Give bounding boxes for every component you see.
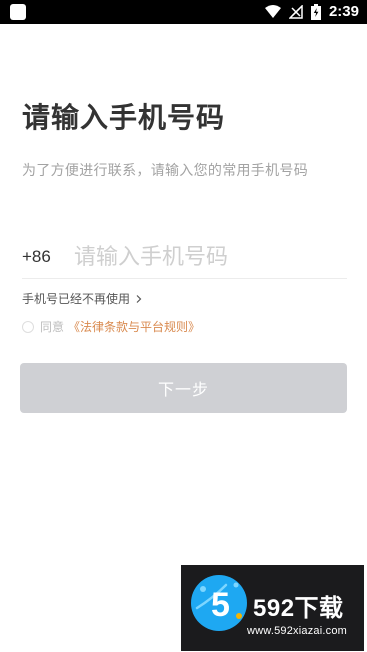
next-step-button[interactable]: 下一步 (20, 363, 347, 413)
watermark-logo-digit: 5 (211, 586, 230, 624)
watermark-title: 592下载 (253, 595, 344, 622)
phone-no-longer-used-link[interactable]: 手机号已经不再使用 (22, 290, 144, 307)
phone-input-row: +86 (22, 236, 347, 279)
agreement-checkbox[interactable] (22, 320, 34, 333)
app-square-icon (10, 4, 26, 20)
watermark-url: www.592xiazai.com (247, 625, 347, 637)
legal-terms-link[interactable]: 《法律条款与平台规则》 (68, 318, 200, 335)
wifi-icon (264, 5, 281, 18)
status-time: 2:39 (328, 3, 359, 20)
watermark-logo-icon: 5 (191, 575, 247, 631)
chevron-right-icon (136, 294, 142, 303)
page-subtitle: 为了方便进行联系，请输入您的常用手机号码 (22, 163, 308, 179)
agreement-row: 同意 《法律条款与平台规则》 (22, 318, 200, 335)
country-code[interactable]: +86 (22, 247, 74, 267)
status-right-area: 2:39 (264, 0, 359, 24)
agreement-label: 同意 (40, 320, 65, 334)
signal-icon (288, 5, 303, 19)
page-title: 请输入手机号码 (22, 101, 226, 134)
login-screen: 2:39 请输入手机号码 为了方便进行联系，请输入您的常用手机号码 +86 手机… (0, 0, 367, 652)
status-bar: 2:39 (0, 0, 367, 24)
phone-input[interactable] (74, 240, 334, 274)
phone-no-longer-used-label: 手机号已经不再使用 (22, 292, 131, 306)
watermark-badge: 5 592下载 www.592xiazai.com (181, 565, 364, 651)
battery-charging-icon (310, 4, 321, 20)
